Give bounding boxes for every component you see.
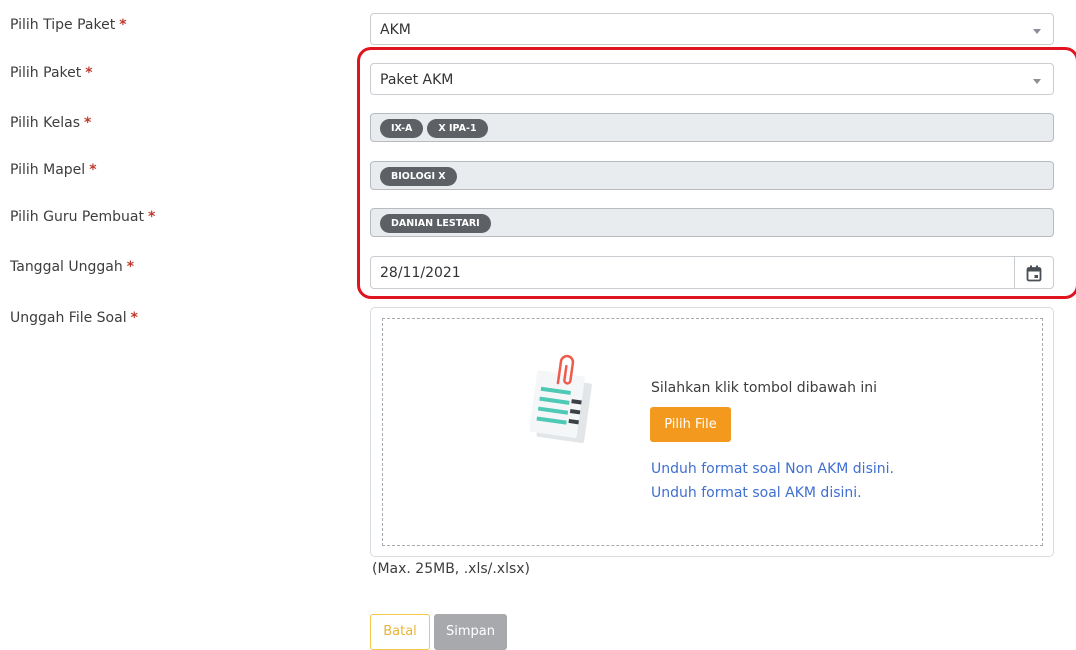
label-mapel: Pilih Mapel * <box>10 162 97 178</box>
required-mark: * <box>85 65 93 81</box>
tipe-paket-select[interactable]: AKM <box>370 13 1054 45</box>
mapel-multiselect[interactable]: BIOLOGI X <box>370 161 1054 190</box>
download-akm-link[interactable]: Unduh format soal AKM disini. <box>651 485 862 501</box>
label-paket: Pilih Paket * <box>10 65 93 81</box>
tag-chip: X IPA-1 <box>427 119 488 138</box>
tag-chip: IX-A <box>380 119 424 138</box>
required-mark: * <box>89 162 97 178</box>
kelas-multiselect[interactable]: IX-A X IPA-1 <box>370 113 1054 142</box>
download-non-akm-link[interactable]: Unduh format soal Non AKM disini. <box>651 461 894 477</box>
select-value: AKM <box>380 22 411 38</box>
label-text: Pilih Paket <box>10 65 82 81</box>
label-file: Unggah File Soal * <box>10 310 138 326</box>
calendar-icon <box>1026 265 1042 282</box>
label-kelas: Pilih Kelas * <box>10 115 91 131</box>
upload-dashed-area: Silahkan klik tombol dibawah ini Pilih F… <box>382 318 1043 546</box>
chevron-down-icon <box>1033 79 1041 84</box>
tag-chip: BIOLOGI X <box>380 167 457 186</box>
upload-instruction: Silahkan klik tombol dibawah ini <box>651 380 878 396</box>
paket-select[interactable]: Paket AKM <box>370 63 1054 95</box>
document-clip-icon <box>529 354 592 443</box>
required-mark: * <box>147 209 156 225</box>
tanggal-unggah-input[interactable]: 28/11/2021 <box>370 256 1054 289</box>
select-value: Paket AKM <box>380 72 454 88</box>
date-value: 28/11/2021 <box>380 265 461 281</box>
required-mark: * <box>126 259 135 275</box>
required-mark: * <box>119 17 127 33</box>
label-text: Pilih Guru Pembuat <box>10 209 144 225</box>
label-tipe-paket: Pilih Tipe Paket * <box>10 17 127 33</box>
label-text: Pilih Kelas <box>10 115 80 131</box>
label-tanggal: Tanggal Unggah * <box>10 259 134 275</box>
upload-hint: (Max. 25MB, .xls/.xlsx) <box>372 561 531 577</box>
required-mark: * <box>130 310 138 326</box>
upload-dropzone[interactable]: Silahkan klik tombol dibawah ini Pilih F… <box>370 307 1054 557</box>
guru-multiselect[interactable]: DANIAN LESTARI <box>370 208 1054 237</box>
label-guru: Pilih Guru Pembuat * <box>10 209 155 225</box>
pick-file-button[interactable]: Pilih File <box>650 407 731 442</box>
chevron-down-icon <box>1033 29 1041 34</box>
label-text: Pilih Mapel <box>10 162 86 178</box>
tag-chip: DANIAN LESTARI <box>380 214 491 233</box>
label-text: Unggah File Soal <box>10 310 127 326</box>
required-mark: * <box>84 115 92 131</box>
label-text: Pilih Tipe Paket <box>10 17 116 33</box>
label-text: Tanggal Unggah <box>10 259 123 275</box>
calendar-button[interactable] <box>1014 257 1053 288</box>
